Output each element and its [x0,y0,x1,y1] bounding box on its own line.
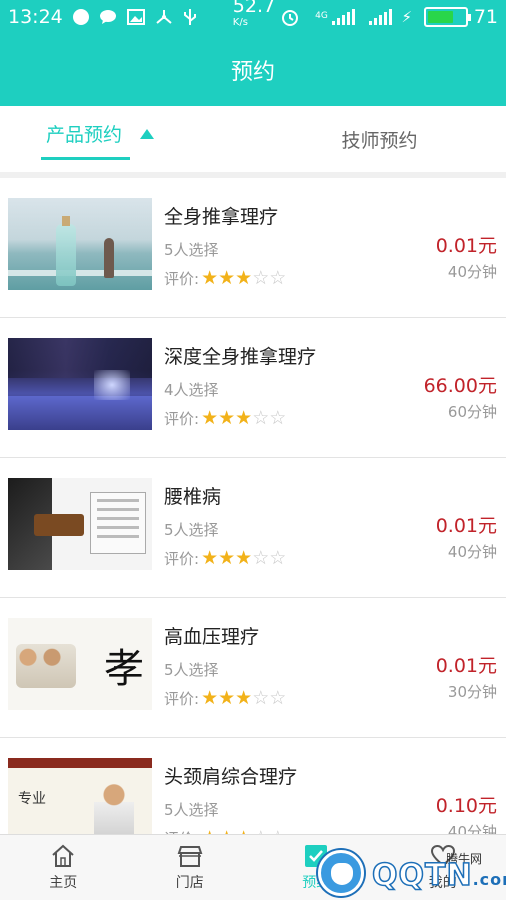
star-empty-icon: ☆ [269,687,287,709]
rating: 评价: ★★★☆☆ [164,268,286,289]
app-header: 预约 [0,33,506,106]
list-item[interactable]: 深度全身推拿理疗 4人选择 评价: ★ ★ ★ ☆ ☆ 66.00元 60分钟 [0,318,506,458]
product-name: 头颈肩综合理疗 [164,766,298,788]
star-rating: ★★★☆☆ [201,409,286,428]
watermark: 腾牛网 QQTN.com [318,846,506,900]
star-empty-icon: ☆ [252,547,270,569]
caret-up-icon [140,128,155,139]
home-icon [50,843,76,869]
star-empty-icon: ☆ [269,267,287,289]
star-rating: ★★★☆☆ [201,269,286,288]
rating-label: 评价: [164,270,200,288]
rating-label: 评价: [164,550,200,568]
tab-indicator [41,157,130,160]
status-bar: 13:24 52.7 K/s 4G ⚡ 71 [0,0,506,33]
battery-icon [423,6,471,27]
star-filled-icon: ★ [201,687,219,709]
product-image: 专业 [8,758,152,834]
star-filled-icon: ★ [235,407,253,429]
star-empty-icon: ☆ [252,407,270,429]
duration: 40分钟 [447,823,497,834]
watermark-logo-icon [318,850,364,896]
star-filled-icon: ★ [201,547,219,569]
nav-label: 门店 [175,875,204,891]
price: 66.00元 [423,375,497,397]
star-empty-icon: ☆ [252,267,270,289]
status-time: 13:24 [8,5,63,28]
rating: 评价: ★★★☆☆ [164,548,286,569]
star-filled-icon: ★ [235,687,253,709]
product-name: 高血压理疗 [164,626,260,648]
list-item[interactable]: 腰椎病 5人选择 评价: ★ ★ ★ ☆ ☆ 0.01元 40分钟 [0,458,506,598]
list-item[interactable]: 全身推拿理疗 5人选择 评价: ★ ★ ★ ☆ ☆ 0.01元 40分钟 [0,178,506,318]
selection-count: 4人选择 [164,381,219,399]
store-icon [177,843,203,869]
network-share-icon [155,8,173,26]
image-calligraphy: 孝 [104,646,144,692]
star-filled-icon: ★ [218,407,236,429]
product-name: 全身推拿理疗 [164,206,279,228]
signal-icon [331,8,355,25]
image-caption: 专业 [18,791,46,807]
star-filled-icon: ★ [201,407,219,429]
duration: 40分钟 [447,263,497,281]
product-image [8,198,152,290]
battery-level: 71 [473,5,498,28]
tab-product-booking[interactable]: 产品预约 [0,106,253,172]
price: 0.01元 [435,235,497,257]
usb-icon [183,8,197,26]
app-notification-icon [72,8,89,26]
star-filled-icon: ★ [218,547,236,569]
nav-label: 主页 [49,875,78,891]
star-filled-icon: ★ [235,267,253,289]
watermark-brand: QQTN.com [371,857,506,894]
price: 0.01元 [435,655,497,677]
duration: 40分钟 [447,543,497,561]
list-item[interactable]: 孝 高血压理疗 5人选择 评价: ★ ★ ★ ☆ ☆ 0.01元 30分钟 [0,598,506,738]
nav-store[interactable]: 门店 [127,835,254,900]
tab-bar: 产品预约 技师预约 [0,106,506,172]
star-empty-icon: ☆ [269,547,287,569]
product-image [8,338,152,430]
star-filled-icon: ★ [201,267,219,289]
rating: 评价: ★★★☆☆ [164,408,286,429]
star-rating: ★★★☆☆ [201,689,286,708]
network-type-label: 4G [315,11,328,21]
nav-home[interactable]: 主页 [0,835,127,900]
star-filled-icon: ★ [218,687,236,709]
selection-count: 5人选择 [164,521,219,539]
product-image: 孝 [8,618,152,710]
rating-label: 评价: [164,410,200,428]
list-item[interactable]: 专业 头颈肩综合理疗 5人选择 评价: ★★★☆☆ 0.10元 40分钟 [0,738,506,834]
product-list: 全身推拿理疗 5人选择 评价: ★ ★ ★ ☆ ☆ 0.01元 40分钟 深度全身推拿理… [0,178,506,834]
charging-icon: ⚡ [401,7,413,26]
alarm-icon [281,8,299,26]
star-filled-icon: ★ [218,267,236,289]
rating: 评价: ★★★☆☆ [164,688,286,709]
tab-label: 技师预约 [341,129,418,152]
product-name: 深度全身推拿理疗 [164,346,317,368]
star-rating: ★★★☆☆ [201,549,286,568]
product-name: 腰椎病 [164,486,222,508]
signal-icon-2 [368,8,392,25]
tab-technician-booking[interactable]: 技师预约 [253,106,506,172]
star-empty-icon: ☆ [269,407,287,429]
price: 0.10元 [435,795,497,817]
message-icon [99,8,117,26]
selection-count: 5人选择 [164,801,219,819]
image-icon [126,8,145,26]
page-title: 预约 [230,59,275,85]
selection-count: 5人选择 [164,241,219,259]
duration: 30分钟 [447,683,497,701]
star-empty-icon: ☆ [252,687,270,709]
product-image [8,478,152,570]
star-filled-icon: ★ [235,547,253,569]
rating-label: 评价: [164,690,200,708]
price: 0.01元 [435,515,497,537]
tab-label: 产品预约 [46,124,123,146]
selection-count: 5人选择 [164,661,219,679]
duration: 60分钟 [447,403,497,421]
